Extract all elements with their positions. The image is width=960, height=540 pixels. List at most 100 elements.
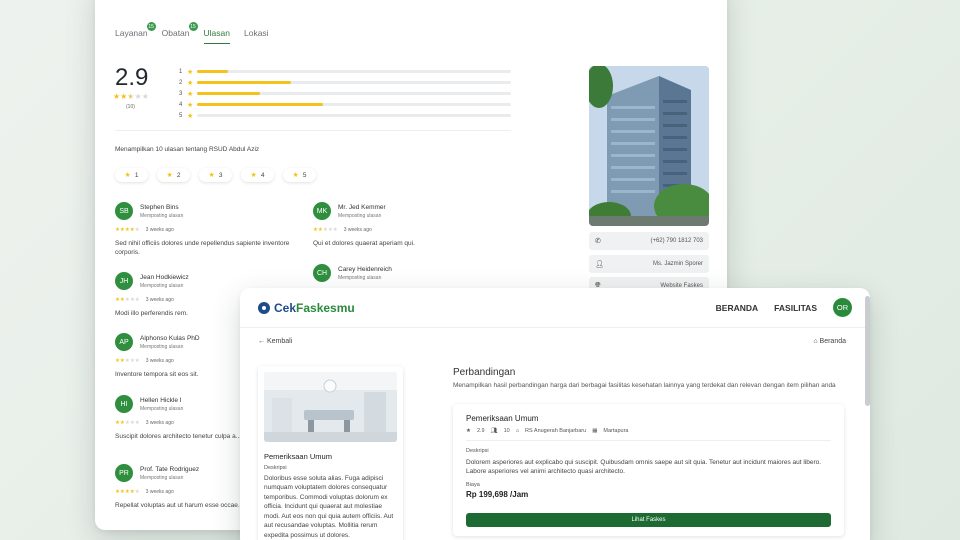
reviewer-name: Hellen Hickle I [140, 396, 182, 404]
bar-label: 4 [179, 101, 183, 108]
tab-count-badge: 15 [188, 22, 198, 31]
rating-bar-row: 1 ★ [179, 66, 511, 77]
item-desc-label: Deskripsi [466, 448, 489, 454]
rating-bar-row: 5 ★ [179, 110, 511, 121]
user-icon: 👤︎ [595, 261, 604, 268]
scrollbar[interactable] [865, 296, 870, 406]
service-card: Pemeriksaan Umum Deskripsi Doloribus ess… [258, 366, 403, 540]
arrow-left-icon: ← [258, 338, 265, 345]
item-price-label: Biaya [466, 482, 480, 488]
logo-text-part1: Cek [274, 300, 297, 315]
view-facility-button[interactable]: Lihat Faskes [466, 513, 831, 527]
review-subtitle: Memposting ulasan [140, 282, 184, 289]
map-icon: ▦ [592, 428, 598, 434]
item-review-count: 10 [503, 428, 510, 434]
tab-obatan[interactable]: Obatan 15 [161, 22, 198, 44]
tab-label: Layanan [115, 28, 148, 38]
star-filter-chip[interactable]: ★ 2 [157, 168, 190, 182]
bar-track [197, 103, 511, 106]
star-filter-chip[interactable]: ★ 4 [241, 168, 274, 182]
bar-label: 2 [179, 79, 183, 86]
reviewer-name: Carey Heidenreich [338, 265, 392, 273]
review-time: 3 weeks ago [145, 489, 174, 495]
item-rating: 2.9 [476, 428, 485, 434]
review-stars: ★★★★★ [115, 489, 140, 495]
tab-ulasan[interactable]: Ulasan [203, 28, 230, 44]
reviewer-name: Jean Hodkiewicz [140, 273, 189, 281]
clinic-room-image [264, 372, 397, 442]
rating-distribution: 1 ★ 2 ★ 3 ★ 4 ★ 5 ★ [179, 66, 511, 121]
star-filter-chip[interactable]: ★ 1 [115, 168, 148, 182]
bar-fill [197, 92, 260, 95]
star-icon: ★ [466, 428, 471, 434]
reviewer-avatar: JH [115, 272, 133, 290]
star-icon: ★ [187, 68, 194, 76]
bar-track [197, 70, 511, 73]
average-rating-stars: ★★★★★ [113, 92, 149, 101]
star-filter-chip[interactable]: ★ 5 [283, 168, 316, 182]
reviewer-avatar: MK [313, 202, 331, 220]
contact-row: 👤︎ Ms. Jazmin Sporer [589, 255, 709, 273]
rating-bar-row: 2 ★ [179, 77, 511, 88]
tab-label: Ulasan [203, 28, 230, 38]
average-rating: 2.9 [115, 64, 149, 91]
back-link-label: Kembali [266, 338, 293, 345]
reviewer-avatar: CH [313, 264, 331, 282]
user-avatar[interactable]: OR [833, 298, 852, 317]
rating-bar-row: 4 ★ [179, 99, 511, 110]
nav-fasilitas[interactable]: FASILITAS [774, 303, 817, 313]
star-icon: ★ [187, 112, 194, 120]
back-link[interactable]: ← Kembali [258, 338, 292, 345]
bar-fill [197, 70, 229, 73]
review-item: SB Stephen Bins Memposting ulasan ★★★★★ 3 we… [115, 202, 305, 258]
logo-icon [258, 301, 270, 314]
star-filter-chip[interactable]: ★ 3 [199, 168, 232, 182]
star-icon: ★ [292, 172, 299, 179]
facility-photo [589, 66, 709, 226]
star-icon: ★ [187, 101, 194, 109]
bar-label: 3 [179, 90, 183, 97]
tab-count-badge: 15 [146, 22, 156, 31]
review-subtitle: Memposting ulasan [140, 474, 184, 481]
home-link-label: Beranda [819, 338, 846, 345]
phone-row[interactable]: ✆ (+62) 790 1812 703 [589, 232, 709, 250]
reviewer-avatar: SB [115, 202, 133, 220]
comparison-item-title: Pemeriksaan Umum [466, 414, 539, 423]
reviewer-name: Mr. Jed Kemmer [338, 203, 386, 211]
chip-label: 4 [260, 171, 265, 179]
review-time: 3 weeks ago [145, 227, 174, 233]
star-icon: ★ [124, 172, 131, 179]
tab-lokasi[interactable]: Lokasi [244, 28, 269, 44]
reviewer-avatar: HI [115, 395, 133, 413]
review-subtitle: Memposting ulasan [338, 212, 382, 219]
home-icon: ⌂ [813, 338, 818, 345]
item-price: Rp 199,698 /Jam [466, 490, 529, 499]
comparison-item-meta: ★ 2.9 👥︎ 10 ⌂ RS Anugerah Banjarbaru ▦ Marta… [466, 428, 628, 434]
nav-beranda[interactable]: BERANDA [716, 303, 759, 313]
review-stars: ★★★★★ [115, 420, 140, 426]
review-summary: Menampilkan 10 ulasan tentang RSUD Abdul… [115, 146, 260, 153]
service-title: Pemeriksaan Umum [264, 452, 332, 461]
star-icon: ★ [208, 172, 215, 179]
app-logo[interactable]: Cek Faskesmu [258, 301, 355, 315]
tab-label: Obatan [161, 28, 190, 38]
service-image [264, 372, 397, 442]
divider [466, 440, 831, 441]
star-filter-chips: ★ 1 ★ 2 ★ 3 ★ 4 ★ 5 [115, 168, 316, 182]
building-image [589, 66, 709, 226]
review-item: CH Carey Heidenreich Memposting ulasan [313, 264, 503, 282]
chip-label: 5 [302, 171, 307, 179]
phone-icon: ✆ [595, 238, 601, 245]
bar-label: 1 [179, 68, 183, 75]
review-text: Qui et dolores quaerat aperiam qui. [313, 240, 415, 247]
chip-label: 1 [134, 171, 139, 179]
review-text: Sed nihil officiis dolores unde repellen… [115, 240, 290, 257]
breadcrumb-home[interactable]: ⌂ Beranda [813, 338, 846, 345]
service-desc-label: Deskripsi [264, 465, 287, 471]
chip-label: 3 [218, 171, 223, 179]
rating-bar-row: 3 ★ [179, 88, 511, 99]
users-icon: 👥︎ [490, 428, 498, 434]
comparison-title: Perbandingan [453, 367, 516, 378]
review-time: 3 weeks ago [145, 420, 174, 426]
tab-layanan[interactable]: Layanan 15 [115, 22, 156, 44]
